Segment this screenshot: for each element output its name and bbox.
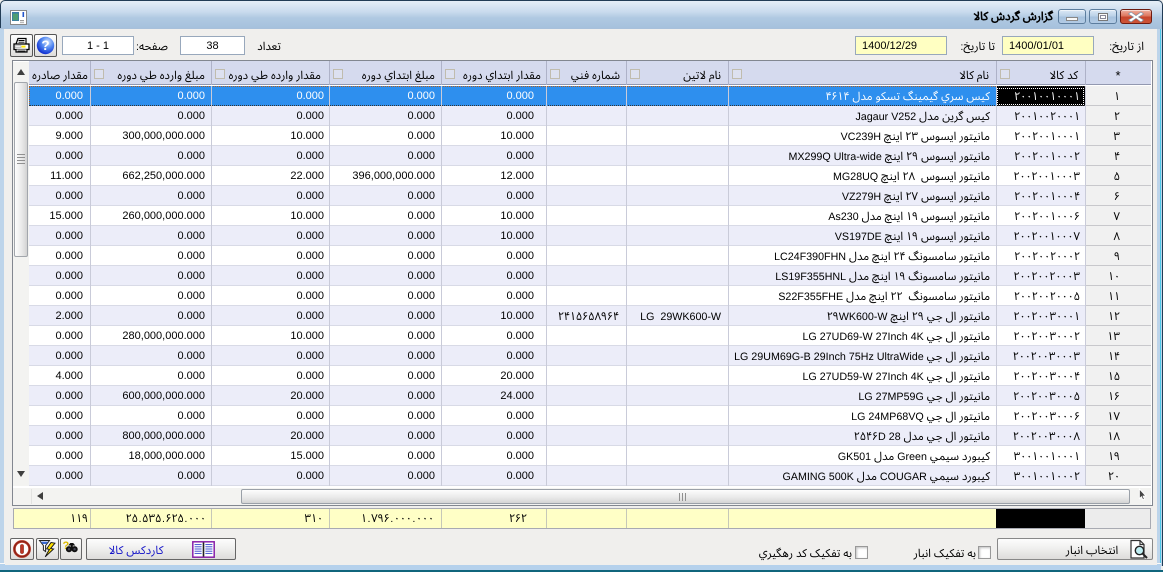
svg-text:?: ? — [41, 38, 49, 53]
